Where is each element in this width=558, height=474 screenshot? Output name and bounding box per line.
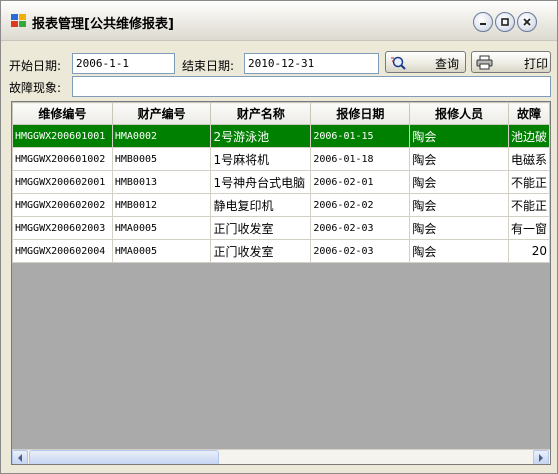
table-row[interactable]: HMGGWX200602002 HMB0012 静电复印机 2006-02-02… <box>12 193 550 217</box>
title-bar[interactable]: 报表管理[公共维修报表] <box>1 1 557 41</box>
horizontal-scrollbar[interactable] <box>12 449 550 464</box>
scrollbar-thumb[interactable] <box>29 450 219 464</box>
cell-repair-no: HMGGWX200601001 <box>12 124 113 148</box>
restore-button[interactable] <box>495 12 515 32</box>
cell-asset-no: HMA0002 <box>111 124 212 148</box>
cell-report-date: 2006-01-18 <box>310 147 411 171</box>
print-button-label: 打印 <box>523 57 548 71</box>
start-date-label: 开始日期: <box>9 59 62 73</box>
cell-repair-no: HMGGWX200602003 <box>12 216 113 240</box>
report-table: 维修编号 财产编号 财产名称 报修日期 报修人员 故障 HMGGWX200601… <box>12 102 550 263</box>
minimize-button[interactable] <box>473 12 493 32</box>
cell-asset-no: HMB0013 <box>111 170 212 194</box>
print-button[interactable]: 打印 <box>471 51 551 73</box>
column-header-asset-no[interactable]: 财产编号 <box>111 102 212 125</box>
close-button[interactable] <box>517 12 537 32</box>
cell-asset-name: 正门收发室 <box>210 239 312 263</box>
scroll-right-button[interactable] <box>533 450 549 464</box>
end-date-label: 结束日期: <box>182 59 235 73</box>
search-icon <box>391 56 406 70</box>
cell-report-date: 2006-02-02 <box>310 193 411 217</box>
cell-repair-no: HMGGWX200602001 <box>12 170 113 194</box>
cell-reporter: 陶会 <box>409 216 509 240</box>
minimize-icon <box>480 23 486 25</box>
cell-fault: 有一窗 <box>507 216 550 240</box>
cell-reporter: 陶会 <box>409 239 509 263</box>
end-date-input[interactable]: 2010-12-31 <box>244 53 379 74</box>
cell-asset-name: 1号麻将机 <box>210 147 312 171</box>
window-title: 报表管理[公共维修报表] <box>32 17 174 32</box>
cell-repair-no: HMGGWX200601002 <box>12 147 113 171</box>
cell-fault: 不能正 <box>507 170 550 194</box>
column-header-repair-no[interactable]: 维修编号 <box>12 102 113 125</box>
cell-reporter: 陶会 <box>409 193 509 217</box>
cell-fault: 电磁系 <box>507 147 550 171</box>
header-row: 维修编号 财产编号 财产名称 报修日期 报修人员 故障 <box>12 102 550 125</box>
arrow-right-icon <box>539 454 543 462</box>
table-row[interactable]: HMGGWX200602004 HMA0005 正门收发室 2006-02-03… <box>12 239 550 263</box>
query-button-label: 查询 <box>434 57 459 71</box>
cell-asset-name: 1号神舟台式电脑 <box>210 170 312 194</box>
table-row[interactable]: HMGGWX200602003 HMA0005 正门收发室 2006-02-03… <box>12 216 550 240</box>
query-button[interactable]: 查询 <box>385 51 466 73</box>
table-row[interactable]: HMGGWX200602001 HMB0013 1号神舟台式电脑 2006-02… <box>12 170 550 194</box>
filter-panel: 开始日期: 2006-1-1 结束日期: 2010-12-31 查询 打印 故障… <box>1 41 557 99</box>
cell-reporter: 陶会 <box>409 124 509 148</box>
report-window: 报表管理[公共维修报表] 开始日期: 2006-1-1 结束日期: 2010-1… <box>0 0 558 474</box>
cell-report-date: 2006-02-03 <box>310 239 411 263</box>
cell-asset-name: 2号游泳池 <box>210 124 312 148</box>
cell-asset-no: HMB0012 <box>111 193 212 217</box>
restore-icon <box>501 18 509 26</box>
report-grid[interactable]: 维修编号 财产编号 财产名称 报修日期 报修人员 故障 HMGGWX200601… <box>11 101 551 465</box>
cell-repair-no: HMGGWX200602002 <box>12 193 113 217</box>
cell-repair-no: HMGGWX200602004 <box>12 239 113 263</box>
column-header-fault[interactable]: 故障 <box>507 102 550 125</box>
column-header-reporter[interactable]: 报修人员 <box>409 102 509 125</box>
cell-asset-no: HMA0005 <box>111 239 212 263</box>
table-row[interactable]: HMGGWX200601002 HMB0005 1号麻将机 2006-01-18… <box>12 147 550 171</box>
cell-fault: 20 <box>507 239 550 263</box>
table-row-selected[interactable]: HMGGWX200601001 HMA0002 2号游泳池 2006-01-15… <box>12 124 550 148</box>
column-header-report-date[interactable]: 报修日期 <box>310 102 411 125</box>
cell-asset-name: 静电复印机 <box>210 193 312 217</box>
cell-reporter: 陶会 <box>409 147 509 171</box>
cell-fault: 不能正 <box>507 193 550 217</box>
report-app-icon <box>11 14 27 28</box>
printer-icon <box>476 55 493 70</box>
start-date-input[interactable]: 2006-1-1 <box>72 53 175 74</box>
cell-asset-name: 正门收发室 <box>210 216 312 240</box>
fault-label: 故障现象: <box>9 81 62 95</box>
cell-asset-no: HMB0005 <box>111 147 212 171</box>
column-header-asset-name[interactable]: 财产名称 <box>210 102 312 125</box>
fault-input[interactable] <box>72 76 551 97</box>
cell-asset-no: HMA0005 <box>111 216 212 240</box>
cell-report-date: 2006-02-01 <box>310 170 411 194</box>
close-icon <box>523 18 531 26</box>
cell-reporter: 陶会 <box>409 170 509 194</box>
scroll-left-button[interactable] <box>12 450 28 464</box>
cell-report-date: 2006-01-15 <box>310 124 411 148</box>
cell-report-date: 2006-02-03 <box>310 216 411 240</box>
arrow-left-icon <box>18 454 22 462</box>
cell-fault: 池边破 <box>507 124 550 148</box>
